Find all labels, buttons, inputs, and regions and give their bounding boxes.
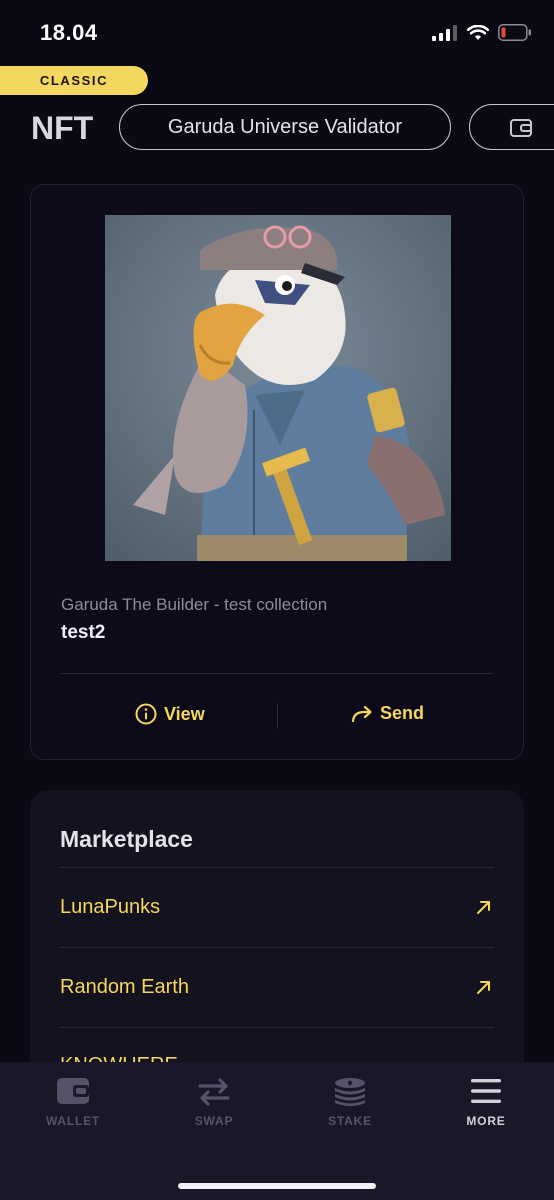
info-icon	[135, 703, 157, 725]
wallet-chip[interactable]	[469, 104, 554, 150]
view-button-label: View	[164, 703, 205, 724]
swap-icon	[198, 1078, 230, 1106]
external-link-icon	[477, 901, 490, 914]
send-button[interactable]: Send	[351, 703, 424, 724]
nft-card: Garuda The Builder - test collection tes…	[30, 184, 524, 760]
nav-wallet[interactable]: WALLET	[13, 1076, 133, 1128]
marketplace-title: Marketplace	[60, 826, 193, 852]
header: NFT Garuda Universe Validator	[0, 104, 554, 154]
validator-chip[interactable]: Garuda Universe Validator	[119, 104, 451, 150]
nav-swap[interactable]: SWAP	[154, 1076, 274, 1128]
home-indicator	[178, 1183, 376, 1189]
marketplace-divider	[60, 1027, 494, 1028]
nav-wallet-label: WALLET	[45, 1114, 101, 1128]
wifi-icon	[467, 24, 489, 40]
marketplace-card: Marketplace LunaPunks Random Earth KNOWH…	[30, 790, 524, 1090]
nft-name: test2	[61, 622, 106, 643]
wallet-icon	[57, 1078, 89, 1104]
marketplace-item-random-earth[interactable]: Random Earth	[60, 967, 494, 1007]
actions-separator	[277, 703, 278, 729]
external-link-icon	[477, 981, 490, 994]
cellular-signal-icon	[432, 24, 457, 41]
nav-more[interactable]: MORE	[426, 1076, 546, 1128]
nft-image[interactable]	[105, 215, 451, 561]
stake-icon	[335, 1078, 365, 1106]
menu-icon	[471, 1079, 501, 1103]
nav-swap-label: SWAP	[194, 1114, 234, 1128]
classic-mode-badge[interactable]: CLASSIC	[0, 66, 148, 95]
battery-icon	[498, 24, 531, 41]
card-divider	[61, 673, 493, 674]
wallet-icon	[510, 119, 532, 137]
status-time: 18.04	[40, 20, 98, 45]
nav-stake[interactable]: STAKE	[290, 1076, 410, 1128]
marketplace-item-label: Random Earth	[60, 975, 189, 998]
marketplace-item-label: LunaPunks	[60, 895, 161, 918]
page-title: NFT	[31, 110, 94, 146]
nav-stake-label: STAKE	[328, 1114, 372, 1128]
bottom-nav: WALLET SWAP STAKE MORE	[0, 1062, 554, 1200]
status-icons	[432, 24, 532, 41]
send-button-label: Send	[380, 703, 425, 723]
marketplace-item-lunapunks[interactable]: LunaPunks	[60, 887, 494, 927]
nft-collection-name: Garuda The Builder - test collection	[61, 595, 328, 614]
nft-artwork-eagle	[133, 225, 445, 561]
nav-more-label: MORE	[466, 1114, 506, 1128]
view-button[interactable]: View	[135, 703, 205, 725]
marketplace-divider	[60, 947, 494, 948]
nft-actions: View Send	[31, 693, 525, 739]
marketplace-divider	[60, 867, 494, 868]
send-arrow-icon	[351, 705, 372, 722]
status-bar: 18.04	[0, 0, 554, 70]
